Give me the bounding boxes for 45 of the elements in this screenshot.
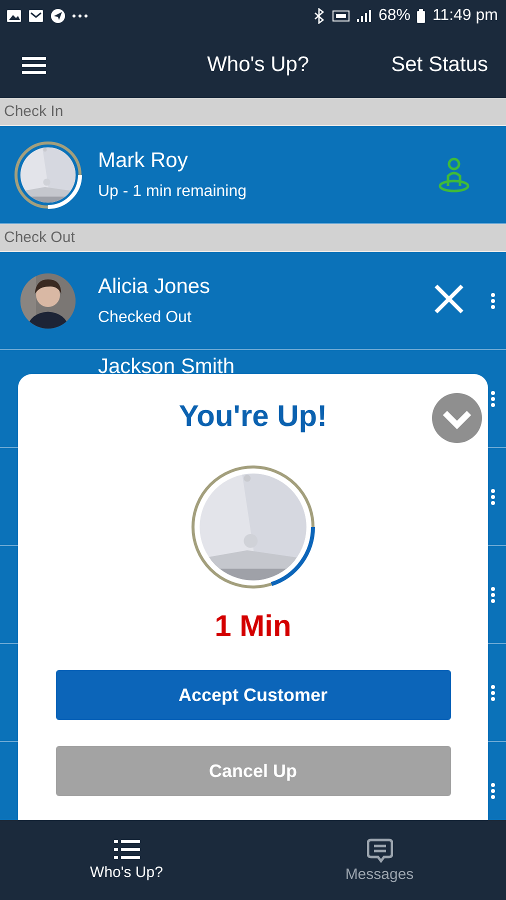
person-name: Alicia Jones bbox=[98, 274, 210, 298]
collapse-button[interactable] bbox=[432, 393, 482, 443]
status-text: Up - 1 min remaining bbox=[98, 182, 246, 200]
kebab-icon bbox=[490, 390, 496, 408]
send-icon bbox=[50, 8, 66, 24]
more-options-button[interactable] bbox=[490, 488, 496, 506]
chevron-down-icon bbox=[432, 393, 482, 443]
more-options-button[interactable] bbox=[490, 586, 496, 604]
countdown-text: 1 Min bbox=[214, 610, 292, 644]
volte-icon bbox=[332, 8, 350, 24]
list-icon bbox=[114, 838, 140, 861]
kebab-icon bbox=[490, 292, 496, 310]
person-name: Mark Roy bbox=[98, 148, 189, 172]
kebab-icon bbox=[490, 488, 496, 506]
menu-button[interactable] bbox=[22, 55, 46, 75]
person-pin-icon bbox=[436, 156, 472, 194]
accept-button[interactable]: Accept Customer bbox=[56, 670, 450, 720]
kebab-icon bbox=[490, 684, 496, 702]
kebab-icon bbox=[490, 782, 496, 800]
kebab-icon bbox=[490, 586, 496, 604]
more-options-button[interactable] bbox=[490, 292, 496, 310]
set-status-button[interactable]: Set Status bbox=[391, 53, 488, 77]
more-options-button[interactable] bbox=[490, 782, 496, 800]
status-text: Checked Out bbox=[98, 308, 192, 326]
dialog-title: You're Up! bbox=[178, 400, 328, 434]
more-options-button[interactable] bbox=[490, 390, 496, 408]
bluetooth-icon bbox=[312, 8, 326, 24]
person-name: Jackson Smith bbox=[98, 355, 235, 379]
nav-tab[interactable]: Messages bbox=[253, 820, 506, 900]
mail-icon bbox=[28, 8, 44, 24]
nav-tab[interactable]: Who's Up? bbox=[0, 820, 253, 900]
signal-icon bbox=[356, 8, 372, 24]
remove-button[interactable] bbox=[432, 282, 466, 316]
more-icon bbox=[72, 13, 88, 19]
section-header: Check In bbox=[0, 98, 506, 126]
battery-level: 68% bbox=[378, 7, 410, 25]
close-icon bbox=[432, 282, 466, 316]
section-header: Check Out bbox=[0, 224, 506, 252]
chat-icon bbox=[366, 838, 392, 863]
battery-icon bbox=[416, 8, 426, 24]
more-options-button[interactable] bbox=[490, 684, 496, 702]
image-icon bbox=[6, 8, 22, 24]
screen-title: Who's Up? bbox=[207, 53, 310, 77]
menu-icon bbox=[22, 55, 46, 75]
clock-time: 11:49 pm bbox=[432, 7, 498, 25]
